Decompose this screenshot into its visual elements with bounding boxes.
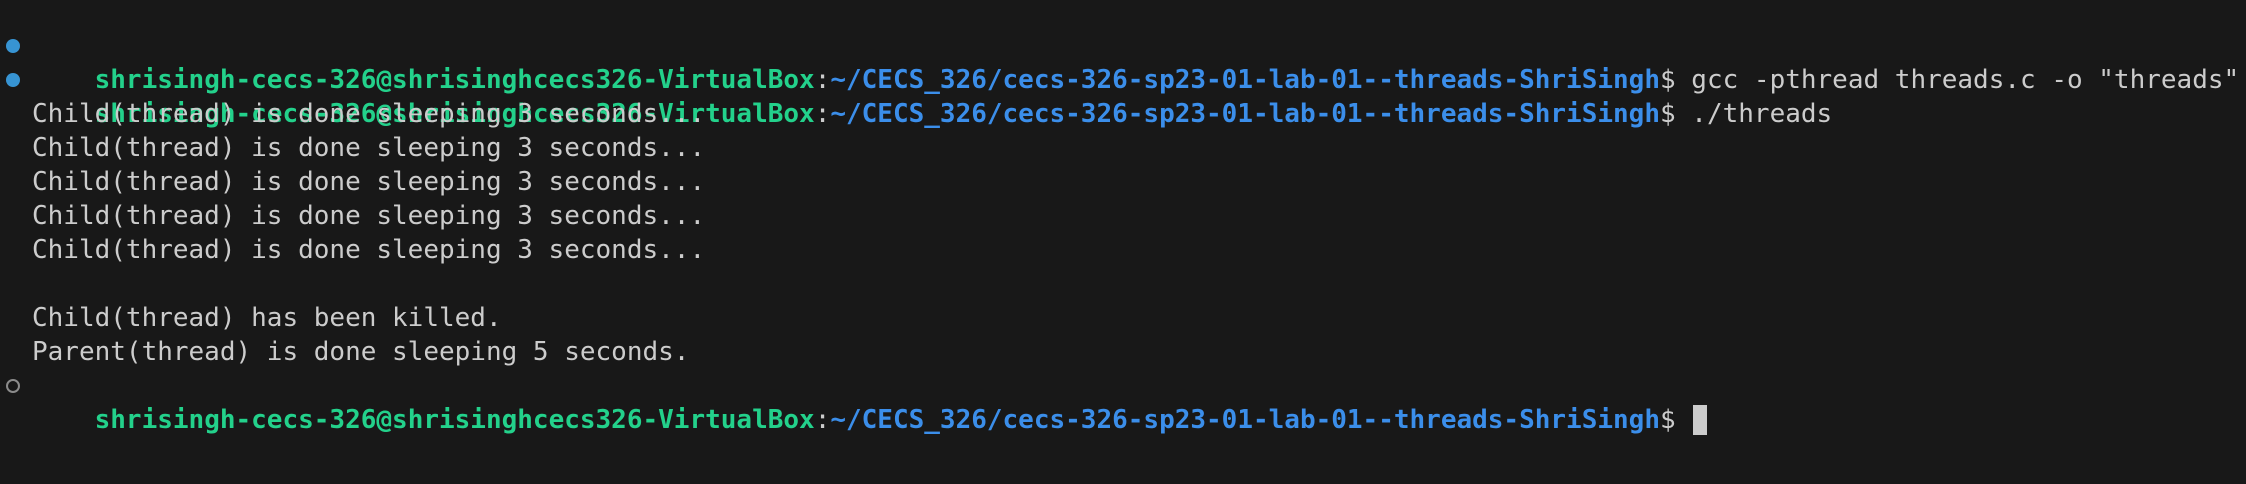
cursor-icon [1693,405,1708,435]
terminal[interactable]: shrisingh-cecs-326@shrisinghcecs326-Virt… [0,0,2246,484]
output-line-blank [0,267,2246,301]
prompt-separator: : [814,405,831,435]
command-line: shrisingh-cecs-326@shrisinghcecs326-Virt… [0,63,2246,129]
output-line: Child(thread) is done sleeping 3 seconds… [32,201,706,231]
command-success-icon[interactable] [6,39,20,53]
prompt-user-host: shrisingh-cecs-326@shrisinghcecs326-Virt… [94,405,815,435]
command-pending-icon[interactable] [6,379,20,393]
command-success-icon[interactable] [6,73,20,87]
prompt-path: ~/CECS_326/cecs-326-sp23-01-lab-01--thre… [830,405,1660,435]
output-line: Child(thread) has been killed. [32,303,502,333]
output-line: Child(thread) is done sleeping 3 seconds… [32,133,706,163]
active-prompt-line[interactable]: shrisingh-cecs-326@shrisinghcecs326-Virt… [0,369,2246,435]
prompt-symbol: $ [1659,405,1692,435]
output-line: Child(thread) is done sleeping 3 seconds… [32,167,706,197]
output-line: Parent(thread) is done sleeping 5 second… [32,337,690,367]
command-line: shrisingh-cecs-326@shrisinghcecs326-Virt… [0,29,2246,95]
output-line: Child(thread) is done sleeping 3 seconds… [32,235,706,265]
output-line: Child(thread) is done sleeping 3 seconds… [32,99,706,129]
